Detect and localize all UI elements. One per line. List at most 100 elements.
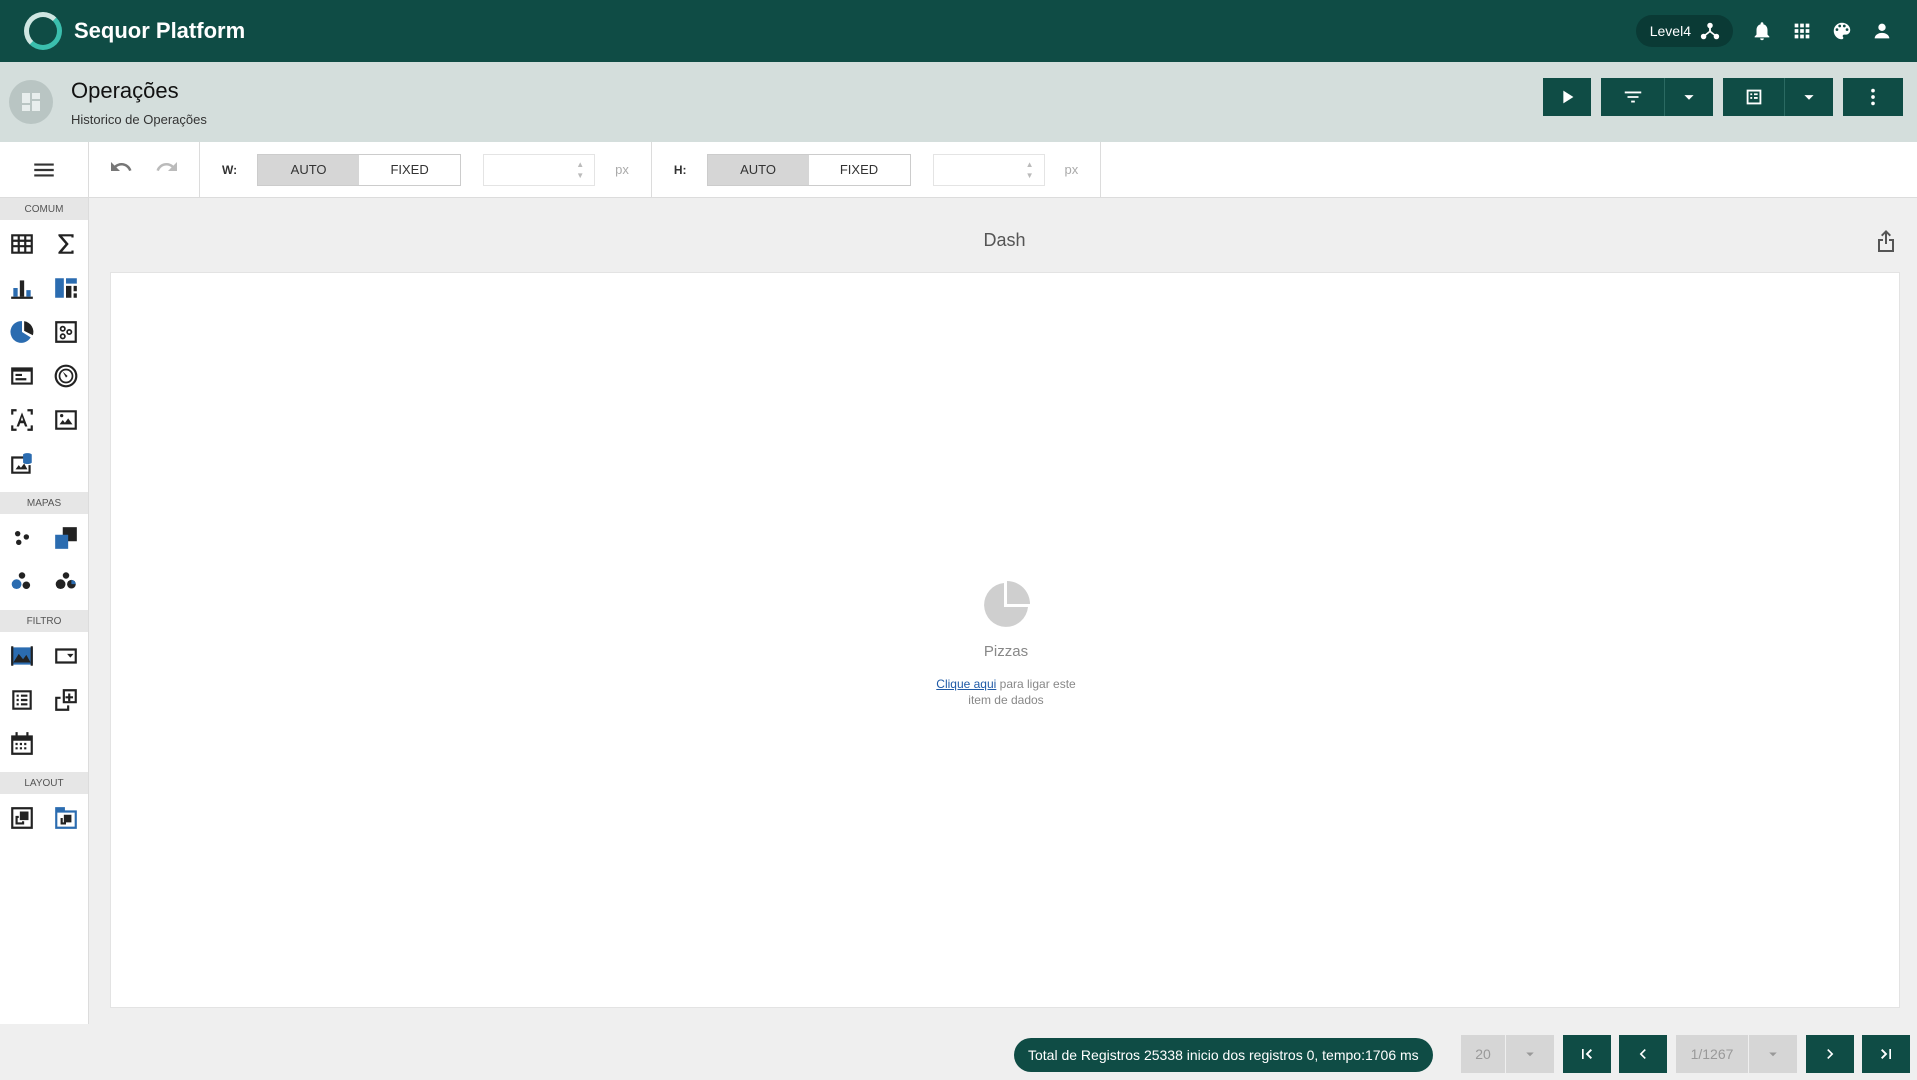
top-bar: Sequor Platform Level4 xyxy=(0,0,1917,62)
width-controls: W: AUTO FIXED ▲ ▼ px xyxy=(200,141,652,198)
bind-data-hint: Clique aqui para ligar este item de dado… xyxy=(111,676,1901,708)
image-icon xyxy=(55,410,77,430)
item-type-label: Pizzas xyxy=(983,643,1029,660)
caret-down-icon xyxy=(1804,95,1814,100)
user-account-icon[interactable] xyxy=(1871,20,1893,42)
width-stepper-arrows-icon[interactable]: ▲ ▼ xyxy=(576,159,584,181)
bind-hint-line1: para ligar este xyxy=(996,677,1076,691)
view-group xyxy=(1723,78,1833,116)
filter-dropdown-button[interactable] xyxy=(1665,78,1713,116)
height-mode-toggle: AUTO FIXED xyxy=(706,153,911,186)
notifications-bell-icon[interactable] xyxy=(1751,20,1773,42)
last-page-icon xyxy=(1881,1049,1891,1059)
caret-down-icon xyxy=(1684,95,1694,100)
width-auto-button[interactable]: AUTO xyxy=(258,154,360,185)
card-sum-item-button[interactable] xyxy=(44,222,88,266)
level-selector[interactable]: Level4 xyxy=(1635,15,1733,47)
gauge-item-button[interactable] xyxy=(44,354,88,398)
width-mode-toggle: AUTO FIXED xyxy=(257,153,462,186)
tree-view-icon xyxy=(55,689,77,711)
bound-image-item-button[interactable] xyxy=(0,398,44,442)
more-options-button[interactable] xyxy=(1843,78,1903,116)
date-filter-button[interactable] xyxy=(0,722,44,766)
sigma-icon xyxy=(58,234,74,254)
data-image-item-button[interactable] xyxy=(0,442,44,486)
redo-icon xyxy=(156,162,177,171)
group-layout-button[interactable] xyxy=(0,796,44,840)
scatter-icon xyxy=(55,321,77,343)
run-button[interactable] xyxy=(1543,78,1591,116)
pie-chart-icon xyxy=(10,321,34,343)
level-label: Level4 xyxy=(1649,23,1691,39)
more-vertical-icon xyxy=(1871,88,1875,106)
pie-map-button[interactable] xyxy=(44,560,88,604)
treemap-item-button[interactable] xyxy=(44,266,88,310)
width-fixed-button[interactable]: FIXED xyxy=(359,154,461,185)
total-records-badge: Total de Registros 25338 inicio dos regi… xyxy=(1014,1038,1433,1072)
play-icon xyxy=(1563,90,1574,104)
pie-item-panel[interactable]: Pizzas Clique aqui para ligar este item … xyxy=(110,272,1900,1008)
last-page-button[interactable] xyxy=(1862,1035,1910,1073)
export-button[interactable] xyxy=(1874,230,1898,254)
run-group xyxy=(1543,78,1591,116)
height-input[interactable]: ▲ ▼ xyxy=(932,153,1045,186)
gauge-icon xyxy=(54,364,78,388)
list-box-filter-button[interactable] xyxy=(0,678,44,722)
height-controls: H: AUTO FIXED ▲ ▼ px xyxy=(652,141,1102,198)
undo-button[interactable] xyxy=(109,155,133,184)
next-page-button[interactable] xyxy=(1806,1035,1854,1073)
height-fixed-button[interactable]: FIXED xyxy=(808,154,910,185)
combo-box-icon xyxy=(55,648,77,664)
empty-item-placeholder: Pizzas Clique aqui para ligar este item … xyxy=(111,580,1901,708)
undo-icon xyxy=(111,162,132,171)
bound-text-icon xyxy=(11,409,33,431)
view-dropdown-button[interactable] xyxy=(1785,78,1833,116)
pie-placeholder-icon xyxy=(984,581,1030,627)
text-box-item-button[interactable] xyxy=(0,354,44,398)
range-filter-icon xyxy=(11,646,33,666)
palette-icon[interactable] xyxy=(1831,20,1853,42)
pie-chart-item-button[interactable] xyxy=(0,310,44,354)
first-page-icon xyxy=(1582,1049,1592,1059)
point-map-icon xyxy=(14,530,30,546)
page-size-select[interactable]: 20 xyxy=(1461,1035,1505,1073)
page-indicator-dropdown[interactable] xyxy=(1749,1035,1797,1073)
filter-button[interactable] xyxy=(1601,78,1665,116)
export-icon xyxy=(1878,230,1894,252)
dashboard-avatar-icon xyxy=(9,80,53,124)
chevron-right-icon xyxy=(1827,1049,1834,1059)
choropleth-map-button[interactable] xyxy=(44,516,88,560)
first-page-button[interactable] xyxy=(1563,1035,1611,1073)
geo-point-map-button[interactable] xyxy=(0,516,44,560)
height-stepper-arrows-icon[interactable]: ▲ ▼ xyxy=(1026,159,1034,181)
more-group xyxy=(1843,78,1903,116)
bind-hint-line2: item de dados xyxy=(968,693,1044,707)
page-size-dropdown[interactable] xyxy=(1506,1035,1554,1073)
hierarchy-icon xyxy=(1699,20,1721,42)
view-list-button[interactable] xyxy=(1723,78,1785,116)
image-item-button[interactable] xyxy=(44,398,88,442)
bar-chart-item-button[interactable] xyxy=(0,266,44,310)
menu-toggle-button[interactable] xyxy=(0,141,89,198)
scatter-item-button[interactable] xyxy=(44,310,88,354)
apps-grid-icon[interactable] xyxy=(1791,20,1813,42)
treemap-icon xyxy=(55,278,77,298)
bubble-map-icon xyxy=(11,572,31,590)
range-filter-button[interactable] xyxy=(0,634,44,678)
choropleth-map-icon xyxy=(55,527,77,549)
sequor-logo-icon xyxy=(24,12,62,50)
bubble-map-button[interactable] xyxy=(0,560,44,604)
bind-data-link[interactable]: Clique aqui xyxy=(936,677,996,691)
grid-item-button[interactable] xyxy=(0,222,44,266)
filter-icon xyxy=(1624,91,1641,103)
section-filtro: FILTRO xyxy=(0,610,88,632)
height-auto-button[interactable]: AUTO xyxy=(707,154,809,185)
filter-group xyxy=(1601,78,1713,116)
combo-box-filter-button[interactable] xyxy=(44,634,88,678)
redo-button[interactable] xyxy=(155,155,179,184)
previous-page-button[interactable] xyxy=(1619,1035,1667,1073)
tab-container-button[interactable] xyxy=(44,796,88,840)
page-indicator-select[interactable]: 1/1267 xyxy=(1676,1035,1748,1073)
tree-view-filter-button[interactable] xyxy=(44,678,88,722)
width-input[interactable]: ▲ ▼ xyxy=(483,153,596,186)
